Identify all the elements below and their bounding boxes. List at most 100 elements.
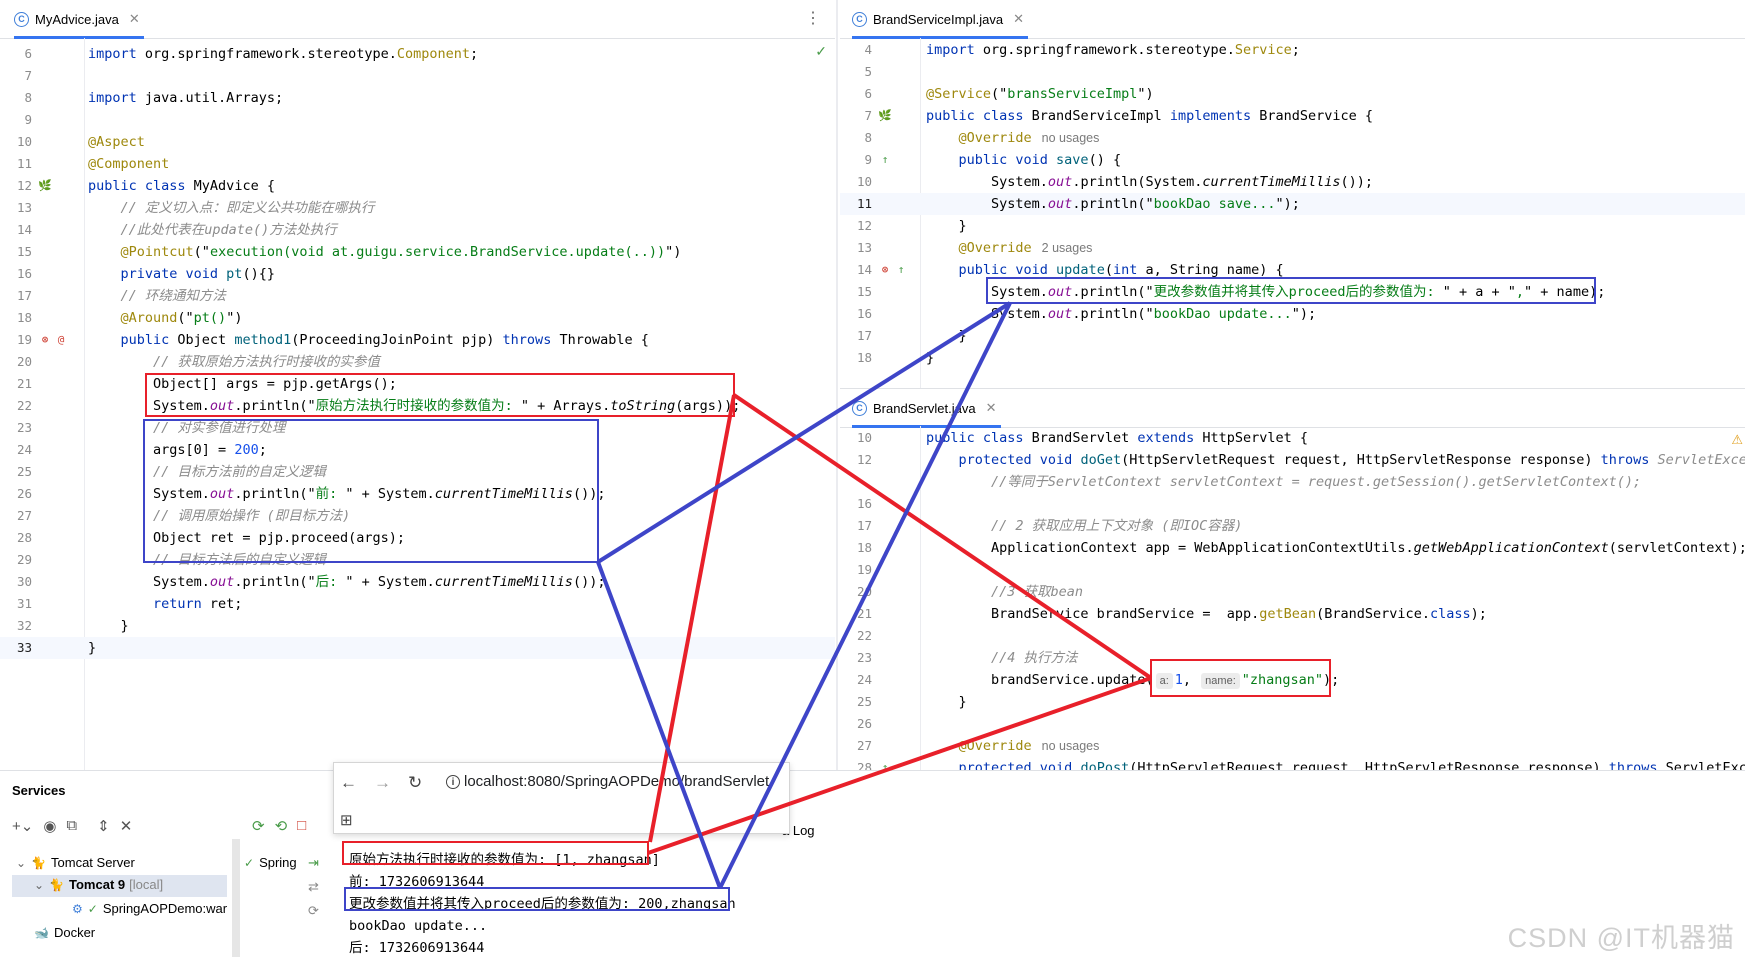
collapse-all-icon[interactable]: ✕ <box>120 817 133 835</box>
spring-bean-icon[interactable]: 🌿 <box>878 109 892 123</box>
code-line[interactable]: 16 <box>840 493 1745 515</box>
apps-grid-icon[interactable]: ⊞ <box>340 811 353 829</box>
swap-icon[interactable]: ⇄ <box>308 879 319 895</box>
code-line[interactable]: 11 System.out.println("bookDao save...")… <box>840 193 1745 215</box>
code-line[interactable]: 16 private void pt(){} <box>0 263 835 285</box>
code-line[interactable]: 17 // 2 获取应用上下文对象 (即IOC容器) <box>840 515 1745 537</box>
code-line[interactable]: 25 // 目标方法前的自定义逻辑 <box>0 461 835 483</box>
spring-bean-icon[interactable]: 🌿 <box>38 179 52 193</box>
close-icon[interactable]: ✕ <box>1013 11 1024 27</box>
chevron-down-icon[interactable]: ⌄ <box>16 856 26 870</box>
reload-icon[interactable]: ↻ <box>408 773 422 793</box>
code-line[interactable]: 25 } <box>840 691 1745 713</box>
code-line[interactable]: 17 } <box>840 325 1745 347</box>
code-line[interactable]: 19 <box>840 559 1745 581</box>
code-line[interactable]: 27 @Override no usages <box>840 735 1745 757</box>
code-line[interactable]: 32 } <box>0 615 835 637</box>
code-line[interactable]: 6 @Service("bransServiceImpl") <box>840 83 1745 105</box>
code-line[interactable]: 10 @Aspect <box>0 131 835 153</box>
code-line[interactable]: 23 //4 执行方法 <box>840 647 1745 669</box>
eye-icon[interactable]: ◉ <box>43 817 56 835</box>
code-line[interactable]: 12 } <box>840 215 1745 237</box>
docker-node[interactable]: 🐋 Docker <box>34 925 95 940</box>
new-tab-icon[interactable]: ⧉ <box>66 817 77 835</box>
tomcat-server-node[interactable]: ⌄ 🐈 Tomcat Server <box>16 855 135 870</box>
code-line[interactable]: 22 System.out.println("原始方法执行时接收的参数值为: "… <box>0 395 835 417</box>
code-line[interactable]: 13 @Override 2 usages <box>840 237 1745 259</box>
code-line[interactable]: 20 // 获取原始方法执行时接收的实参值 <box>0 351 835 373</box>
code-line[interactable]: 23 // 对实参值进行处理 <box>0 417 835 439</box>
code-line[interactable]: 15 @Pointcut("execution(void at.guigu.se… <box>0 241 835 263</box>
code-line[interactable]: 21 Object[] args = pjp.getArgs(); <box>0 373 835 395</box>
code-line[interactable]: 28 ↑ protected void doPost(HttpServletReq… <box>840 757 1745 770</box>
right-bottom-code-area[interactable]: 10 public class BrandServlet extends Http… <box>840 427 1745 770</box>
code-line[interactable]: 12 🌿 public class MyAdvice { <box>0 175 835 197</box>
code-line[interactable]: 16 System.out.println("bookDao update...… <box>840 303 1745 325</box>
step-icon[interactable]: ⇥ <box>308 855 319 871</box>
code-line[interactable]: 29 // 目标方法后的自定义逻辑 <box>0 549 835 571</box>
tab-myadvice[interactable]: C MyAdvice.java ✕ <box>14 0 144 39</box>
site-info-icon[interactable]: i <box>446 775 460 789</box>
back-arrow-icon[interactable]: ← <box>340 773 357 793</box>
left-code-area[interactable]: 6 import org.springframework.stereotype.C… <box>0 43 835 770</box>
code-line[interactable]: 9 ↑ public void save() { <box>840 149 1745 171</box>
code-line[interactable]: 14 //此处代表在update()方法处执行 <box>0 219 835 241</box>
code-line[interactable]: 11 @Component <box>0 153 835 175</box>
stop-icon[interactable]: □ <box>297 817 306 835</box>
code-line[interactable]: 8 import java.util.Arrays; <box>0 87 835 109</box>
code-line[interactable]: 20 //3 获取bean <box>840 581 1745 603</box>
code-line[interactable]: 33} <box>0 637 835 659</box>
code-line[interactable]: //等同于ServletContext servletContext = req… <box>840 471 1745 493</box>
code-line[interactable]: 10 System.out.println(System.currentTime… <box>840 171 1745 193</box>
implements-icon[interactable]: ↑ <box>894 263 908 277</box>
update-app-icon[interactable]: ⟲ <box>275 817 288 835</box>
aspect-advice-icon[interactable]: ⊛ <box>38 333 52 347</box>
tab-brandservlet[interactable]: C BrandServlet.java ✕ <box>852 389 1001 428</box>
code-line[interactable]: 21 BrandService brandService = app.getBe… <box>840 603 1745 625</box>
spring-tab[interactable]: ✓ Spring <box>244 855 297 870</box>
code-line[interactable]: 8 @Override no usages <box>840 127 1745 149</box>
usages-hint[interactable]: 2 usages <box>1042 241 1093 255</box>
artifact-node[interactable]: ⚙ ✓ SpringAOPDemo:war <box>72 901 227 916</box>
usages-hint[interactable]: no usages <box>1042 739 1100 753</box>
close-icon[interactable]: ✕ <box>129 11 140 27</box>
code-line[interactable]: 6 import org.springframework.stereotype.C… <box>0 43 835 65</box>
code-line[interactable]: 4 import org.springframework.stereotype.S… <box>840 39 1745 61</box>
code-line[interactable]: 15 System.out.println("更改参数值并将其传入proceed… <box>840 281 1745 303</box>
code-line[interactable]: 14 ⊛ ↑ public void update(int a, String na… <box>840 259 1745 281</box>
code-line[interactable]: 22 <box>840 625 1745 647</box>
tree-scrollbar[interactable] <box>232 839 240 957</box>
aspect-marker-icon[interactable]: @ <box>54 333 68 347</box>
tomcat-instance-node[interactable]: ⌄ 🐈 Tomcat 9 [local] <box>34 877 163 892</box>
address-bar[interactable]: localhost:8080/SpringAOPDemo/brandServle… <box>464 773 769 790</box>
vertical-splitter[interactable] <box>836 0 838 770</box>
code-line[interactable]: 7 <box>0 65 835 87</box>
code-line[interactable]: 24 brandService.update(a: 1, name: "zhangs… <box>840 669 1745 691</box>
code-line[interactable]: 13 // 定义切入点：即定义公共功能在哪执行 <box>0 197 835 219</box>
more-options-icon[interactable]: ⋮ <box>805 8 821 28</box>
tab-brandserviceimpl[interactable]: C BrandServiceImpl.java ✕ <box>852 0 1028 39</box>
code-line[interactable]: 31 return ret; <box>0 593 835 615</box>
code-line[interactable]: 5 <box>840 61 1745 83</box>
code-line[interactable]: 24 args[0] = 200; <box>0 439 835 461</box>
code-line[interactable]: 27 // 调用原始操作 (即目标方法) <box>0 505 835 527</box>
code-line[interactable]: 7 🌿 public class BrandServiceImpl implemen… <box>840 105 1745 127</box>
expand-all-icon[interactable]: ⇕ <box>97 817 110 835</box>
code-line[interactable]: 18 @Around("pt()") <box>0 307 835 329</box>
add-icon[interactable]: +⌄ <box>12 817 33 835</box>
code-line[interactable]: 18 ApplicationContext app = WebApplicati… <box>840 537 1745 559</box>
rerun-icon[interactable]: ⟳ <box>252 817 265 835</box>
console-output[interactable]: 原始方法执行时接收的参数值为: [1, zhangsan] 前: 17326069… <box>349 849 736 959</box>
aspect-advice-icon[interactable]: ⊛ <box>878 263 892 277</box>
forward-arrow-icon[interactable]: → <box>374 773 391 793</box>
code-line[interactable]: 10 public class BrandServlet extends Http… <box>840 427 1745 449</box>
code-line[interactable]: 28 Object ret = pjp.proceed(args); <box>0 527 835 549</box>
code-line[interactable]: 17 // 环绕通知方法 <box>0 285 835 307</box>
usages-hint[interactable]: no usages <box>1042 131 1100 145</box>
chevron-down-icon[interactable]: ⌄ <box>34 878 44 892</box>
refresh-icon[interactable]: ⟳ <box>308 903 319 919</box>
code-line[interactable]: 26 <box>840 713 1745 735</box>
code-line[interactable]: 18} <box>840 347 1745 369</box>
code-line[interactable]: 19 ⊛ @ public Object method1(ProceedingJoi… <box>0 329 835 351</box>
code-line[interactable]: 30 System.out.println("后: " + System.cur… <box>0 571 835 593</box>
